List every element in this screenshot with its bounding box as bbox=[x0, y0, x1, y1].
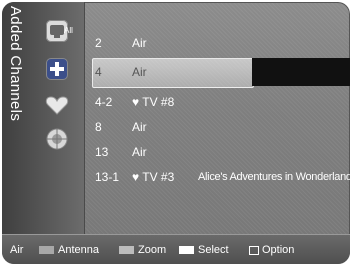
favorites-icon[interactable] bbox=[44, 92, 70, 118]
plus-icon bbox=[50, 62, 64, 76]
channel-row[interactable]: 13-1 ♥ TV #3 Alice's Adventures in Wonde… bbox=[92, 166, 350, 188]
heart-icon bbox=[45, 96, 69, 115]
option-button[interactable]: Option bbox=[249, 244, 294, 256]
zoom-label: Zoom bbox=[138, 244, 167, 256]
antenna-button[interactable]: Antenna bbox=[39, 244, 99, 256]
channel-row[interactable]: 13 Air bbox=[92, 141, 350, 163]
select-label: Select bbox=[198, 244, 229, 256]
channel-number: 13 bbox=[95, 145, 109, 159]
channel-number: 13-1 bbox=[95, 170, 120, 184]
channel-list-screen: Added Channels All 2 Air 4 Air 4-2 ♥ TV … bbox=[2, 2, 350, 264]
channel-number: 4 bbox=[95, 65, 102, 79]
footer-bar: Air Antenna Zoom Select Option bbox=[2, 234, 350, 264]
antenna-label: Antenna bbox=[58, 244, 99, 256]
channel-number: 2 bbox=[95, 36, 102, 50]
channel-type: Air bbox=[132, 36, 147, 50]
channel-row-selected[interactable]: 4 Air bbox=[92, 61, 350, 83]
option-label: Option bbox=[262, 244, 295, 256]
channel-type: Air bbox=[132, 145, 147, 159]
channel-row[interactable]: 8 Air bbox=[92, 116, 350, 138]
zoom-key-icon bbox=[119, 246, 134, 255]
antenna-key-icon bbox=[39, 246, 54, 255]
panel-title: Added Channels bbox=[7, 6, 24, 122]
channel-type: ♥ TV #8 bbox=[132, 95, 175, 109]
channel-type: Air bbox=[132, 65, 147, 79]
added-channels-icon[interactable] bbox=[44, 56, 70, 82]
channel-row[interactable]: 2 Air bbox=[92, 32, 350, 54]
channel-type: Air bbox=[132, 120, 147, 134]
channel-type: ♥ TV #3 bbox=[132, 170, 175, 184]
globe-icon bbox=[46, 128, 68, 150]
all-channels-label: All bbox=[64, 26, 73, 35]
select-button[interactable]: Select bbox=[179, 244, 229, 256]
channel-number: 8 bbox=[95, 120, 102, 134]
option-icon bbox=[249, 245, 259, 255]
source-label: Air bbox=[10, 244, 24, 256]
added-channels-icon-shape bbox=[46, 58, 68, 80]
zoom-button[interactable]: Zoom bbox=[119, 244, 166, 256]
channel-number: 4-2 bbox=[95, 95, 113, 109]
channel-row[interactable]: 4-2 ♥ TV #8 bbox=[92, 91, 350, 113]
channel-program: Alice's Adventures in Wonderland bbox=[198, 171, 350, 183]
select-key-icon bbox=[179, 246, 194, 255]
channel-mode-panel: Added Channels All bbox=[2, 2, 85, 234]
programmed-icon[interactable] bbox=[44, 126, 70, 152]
